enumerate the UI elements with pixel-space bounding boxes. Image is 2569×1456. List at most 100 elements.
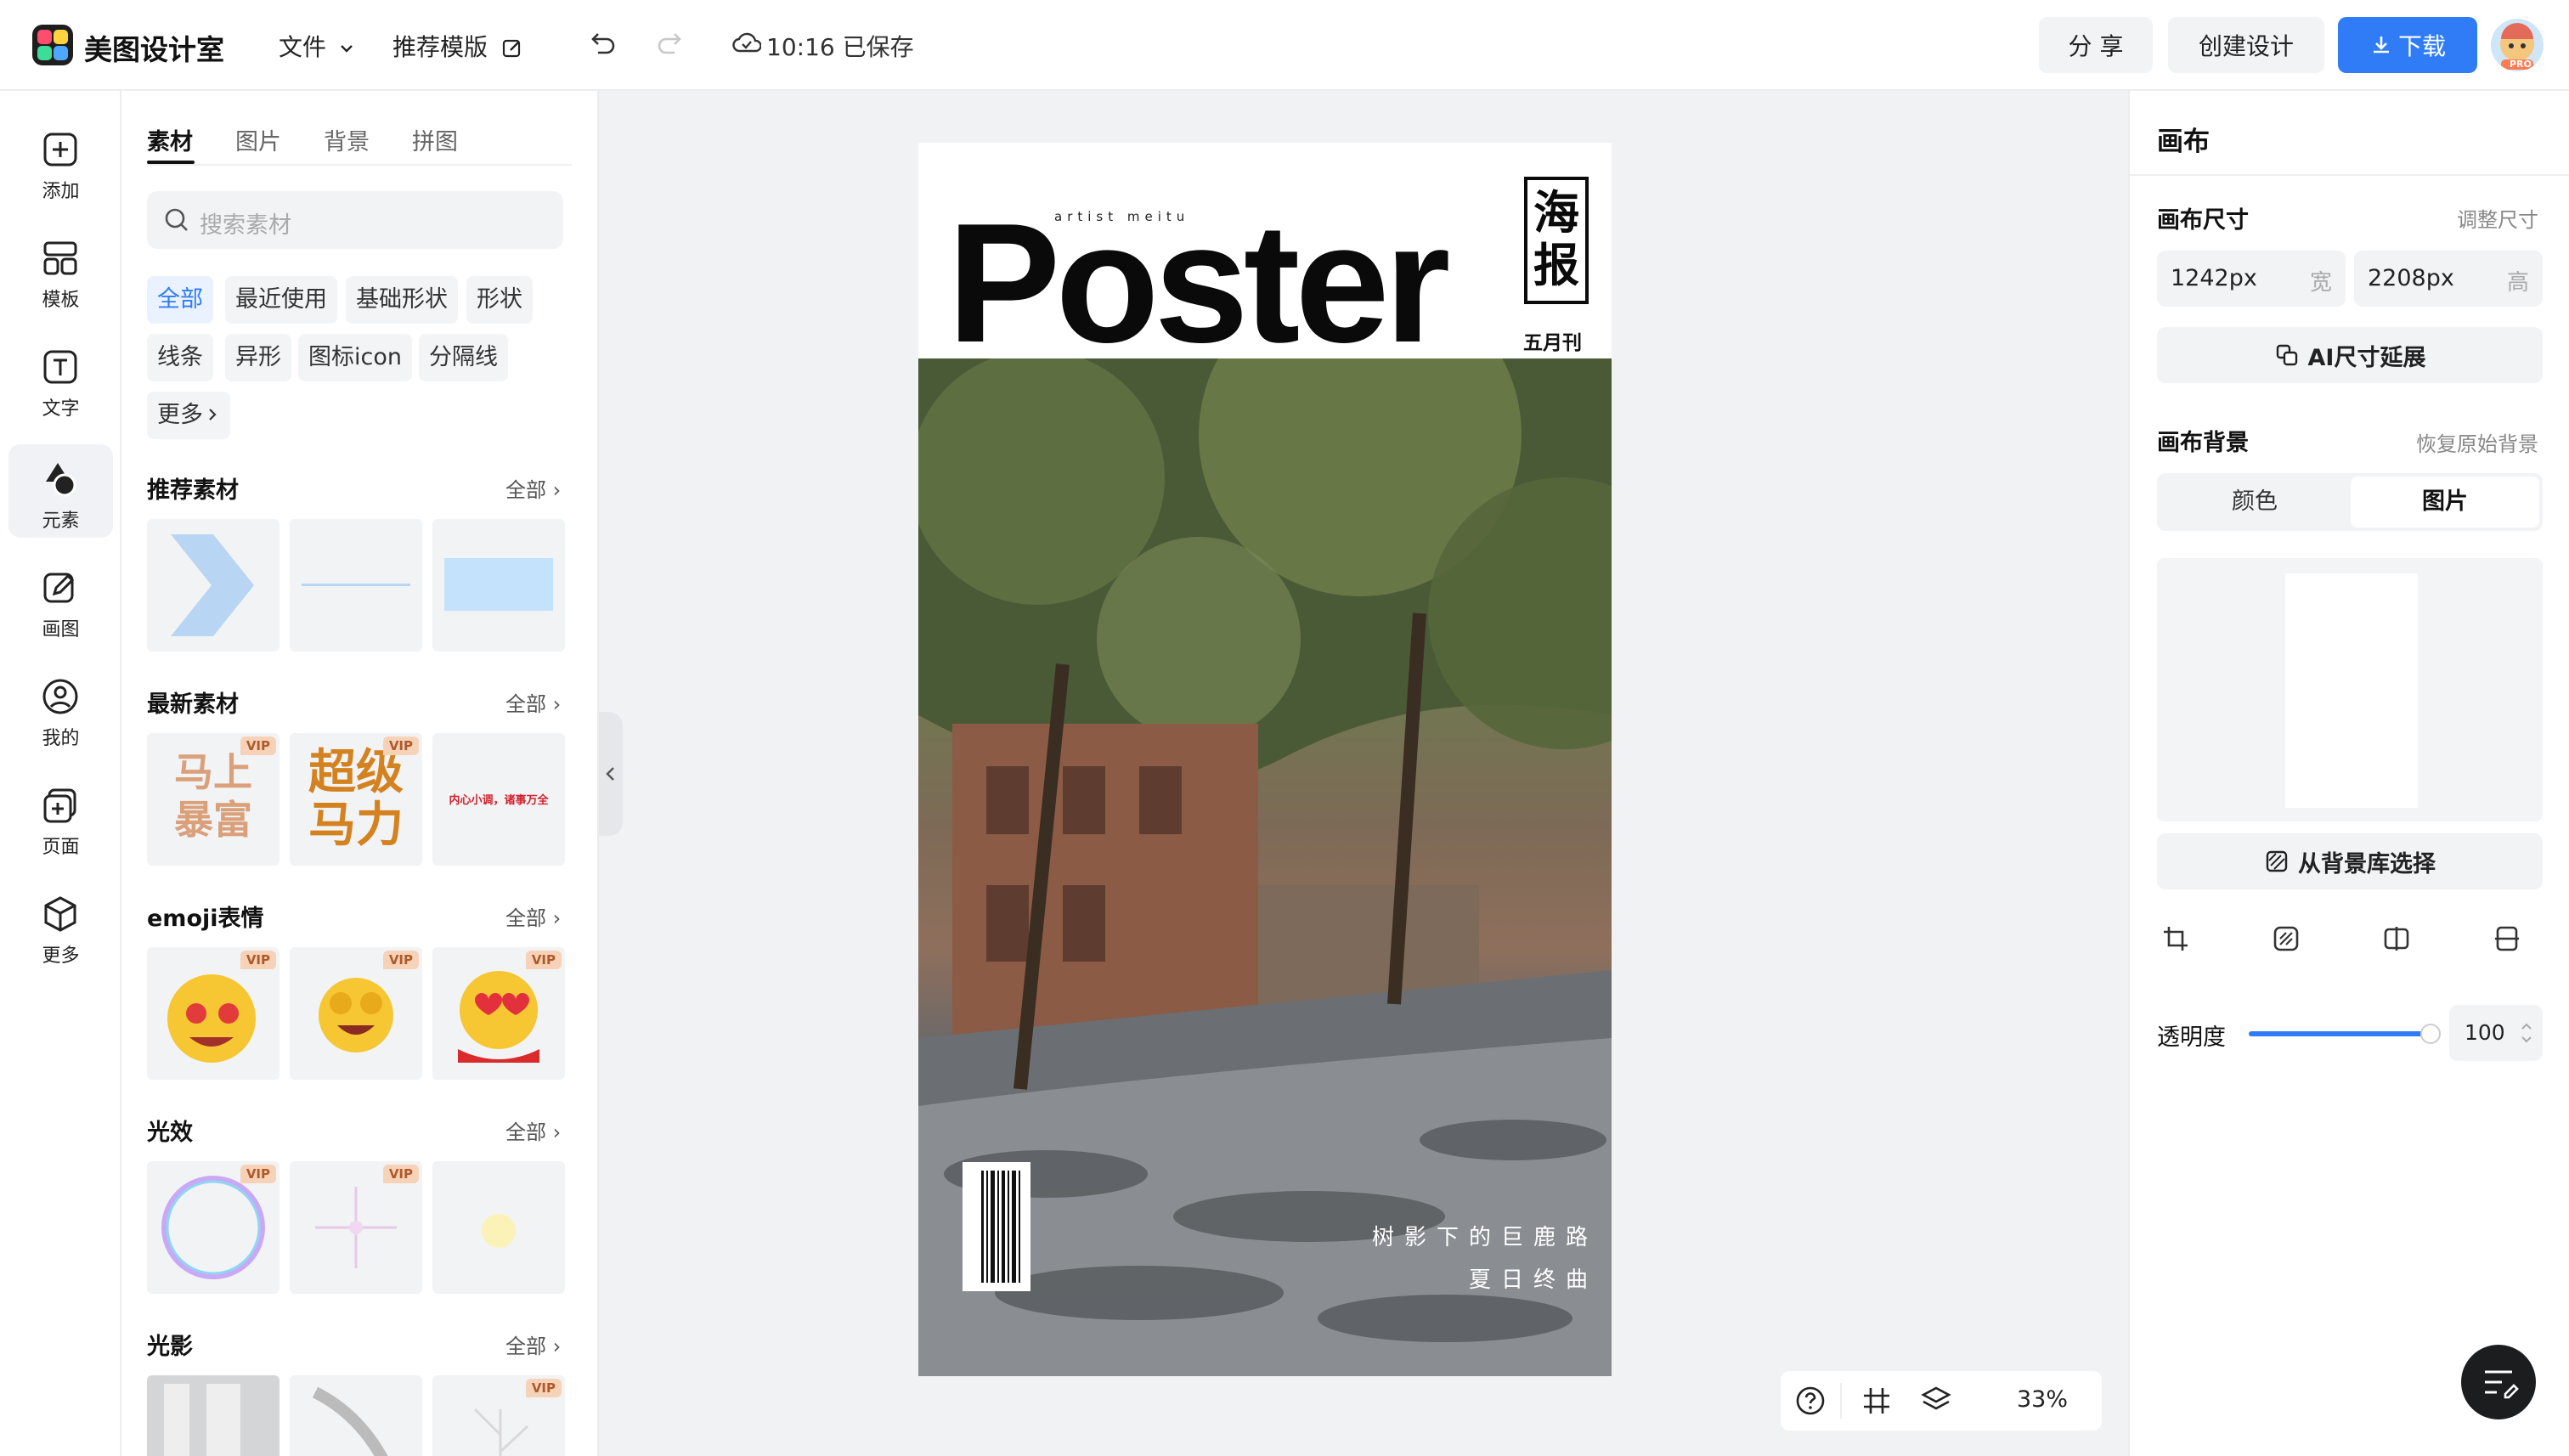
create-design-button[interactable]: 创建设计 (2168, 17, 2324, 73)
subtitle-line-1[interactable]: 树影下的巨鹿路 (1343, 1220, 1598, 1251)
height-field[interactable]: 2208px 高 (2354, 251, 2543, 307)
crop-icon[interactable] (2160, 923, 2191, 954)
material-tile[interactable]: VIP (290, 1161, 422, 1294)
filter-icon[interactable] (2271, 923, 2301, 954)
chip-recent[interactable]: 最近使用 (225, 276, 337, 324)
redo-icon[interactable] (656, 27, 686, 61)
zoom-level[interactable]: 33% (2017, 1386, 2068, 1413)
share-button[interactable]: 分 享 (2039, 17, 2153, 73)
material-tile[interactable]: VIP (147, 947, 279, 1080)
sidebar-item-label: 我的 (42, 728, 80, 749)
height-unit: 高 (2506, 270, 2529, 296)
file-menu-label: 文件 (279, 33, 327, 61)
chip-lines[interactable]: 线条 (147, 334, 213, 381)
tab-collage[interactable]: 拼图 (412, 123, 458, 156)
section-title-newest: 最新素材 (147, 691, 239, 718)
material-tile[interactable]: 马上暴富 VIP (147, 733, 279, 866)
sidebar-item-add[interactable]: 添加 (8, 115, 113, 208)
download-button[interactable]: 下载 (2338, 17, 2477, 73)
section-all-link[interactable]: 全部 › (505, 687, 561, 717)
sidebar-item-elements[interactable]: 元素 (8, 444, 113, 538)
material-tile[interactable]: VIP (432, 947, 565, 1080)
layers-icon[interactable] (1906, 1371, 1966, 1431)
quick-actions-button[interactable] (2461, 1345, 2536, 1419)
material-tile[interactable] (290, 1375, 422, 1456)
sidebar-item-label: 元素 (42, 511, 80, 532)
chip-all[interactable]: 全部 (147, 276, 213, 324)
file-menu[interactable]: 文件 (279, 29, 356, 63)
tab-divider (147, 164, 572, 166)
material-tile[interactable] (147, 519, 279, 652)
section-all-link[interactable]: 全部 › (505, 901, 561, 931)
undo-icon[interactable] (586, 27, 617, 61)
tab-materials[interactable]: 素材 (147, 123, 193, 156)
section-all-link[interactable]: 全部 › (505, 1329, 561, 1359)
collapse-panel-handle[interactable] (599, 712, 623, 836)
ai-extend-button[interactable]: AI尺寸延展 (2157, 327, 2543, 383)
resize-link[interactable]: 调整尺寸 (2457, 203, 2538, 233)
bg-type-toggle: 颜色 图片 (2157, 473, 2543, 531)
user-icon (42, 679, 78, 714)
plus-square-icon (43, 133, 77, 166)
section-title-light-effects: 光效 (147, 1120, 193, 1146)
poster-title[interactable]: Poster (947, 199, 1450, 369)
sidebar-item-more[interactable]: 更多 (8, 879, 113, 973)
barcode[interactable] (963, 1162, 1030, 1291)
material-tile[interactable]: 内心小调，诸事万全 (432, 733, 565, 866)
opacity-slider-handle[interactable] (2420, 1024, 2441, 1044)
search-placeholder: 搜索素材 (200, 212, 291, 239)
material-tile[interactable] (147, 1375, 279, 1456)
flip-vertical-icon[interactable] (2492, 923, 2522, 954)
restore-bg-link[interactable]: 恢复原始背景 (2416, 427, 2538, 457)
chip-dividers[interactable]: 分隔线 (419, 334, 508, 381)
bg-preview[interactable] (2157, 558, 2543, 821)
sidebar-item-text[interactable]: 文字 (8, 332, 113, 426)
chip-shapes[interactable]: 形状 (466, 276, 533, 324)
side-title-box[interactable]: 海报 (1524, 177, 1589, 304)
tile-text: 超级马力 (308, 745, 404, 853)
section-all-link[interactable]: 全部 › (505, 1115, 561, 1145)
chip-basic-shapes[interactable]: 基础形状 (346, 276, 458, 324)
bg-color-option[interactable]: 颜色 (2160, 477, 2349, 528)
material-tile[interactable]: VIP (147, 1161, 279, 1294)
sidebar-item-mine[interactable]: 我的 (8, 662, 113, 755)
chevron-shape-icon (171, 534, 254, 636)
search-input[interactable]: 搜索素材 (147, 191, 563, 249)
material-tile[interactable]: 超级马力 VIP (290, 733, 422, 866)
choose-from-library-button[interactable]: 从背景库选择 (2157, 833, 2543, 889)
see-all-label: 全部 (505, 1120, 546, 1144)
see-all-label: 全部 (505, 692, 546, 716)
chip-icons[interactable]: 图标icon (298, 334, 412, 381)
design-canvas[interactable]: artist meitu Poster 海报 五月刊 树影下的巨鹿路 夏日终曲 (918, 143, 1612, 1376)
material-tile[interactable] (432, 519, 565, 652)
subtitle-line-2[interactable]: 夏日终曲 (1343, 1262, 1598, 1294)
help-icon[interactable] (1781, 1371, 1840, 1431)
cover-photo[interactable]: 树影下的巨鹿路 夏日终曲 (918, 358, 1612, 1376)
tab-backgrounds[interactable]: 背景 (324, 123, 370, 156)
sidebar-item-template[interactable]: 模板 (8, 223, 113, 317)
avatar[interactable]: PRO (2491, 19, 2544, 71)
flip-horizontal-icon[interactable] (2381, 923, 2412, 954)
window-shadow-icon (164, 1384, 240, 1456)
sidebar-item-page[interactable]: 页面 (8, 770, 113, 864)
material-tile[interactable]: VIP (432, 1375, 565, 1456)
section-all-link[interactable]: 全部 › (505, 473, 561, 503)
sidebar-item-draw[interactable]: 画图 (8, 553, 113, 646)
grid-icon[interactable] (1847, 1371, 1906, 1431)
issue-label[interactable]: 五月刊 (1523, 326, 1582, 355)
chip-more[interactable]: 更多 (147, 392, 230, 439)
tab-images[interactable]: 图片 (235, 123, 281, 156)
material-tile[interactable] (432, 1161, 565, 1294)
cloud-saved-icon (732, 32, 761, 53)
vip-badge: VIP (525, 951, 562, 969)
opacity-slider[interactable] (2249, 1031, 2427, 1036)
material-tile[interactable]: VIP (290, 947, 422, 1080)
app-logo-icon[interactable] (32, 25, 73, 65)
chip-irregular[interactable]: 异形 (225, 334, 291, 381)
opacity-input[interactable]: 100 (2449, 1005, 2543, 1061)
tool-sidebar: 添加 模板 文字 元素 画图 我的 页面 更多 (0, 91, 121, 1456)
bg-image-option[interactable]: 图片 (2351, 477, 2539, 528)
material-tile[interactable] (290, 519, 422, 652)
width-field[interactable]: 1242px 宽 (2157, 251, 2346, 307)
template-menu[interactable]: 推荐模版 (392, 29, 524, 63)
